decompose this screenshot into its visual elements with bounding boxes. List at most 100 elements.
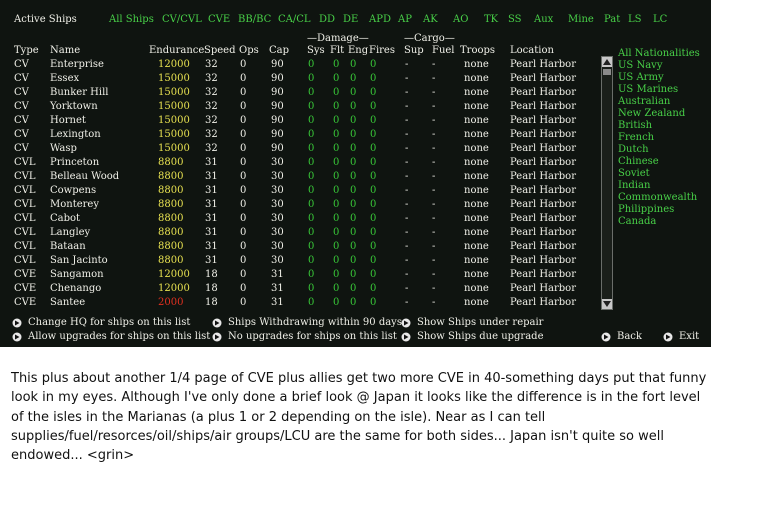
ship-row[interactable]: CVE Santee 2000 18 0 31 0 0 0 0- - none Pearl Harbor	[0, 297, 600, 311]
cell-name[interactable]: Princeton	[50, 157, 99, 168]
cell-name[interactable]: Belleau Wood	[50, 171, 119, 182]
scroll-thumb[interactable]	[603, 69, 611, 75]
tab-ss[interactable]: SS	[508, 14, 522, 25]
nat-philippines[interactable]: Philippines	[618, 204, 698, 216]
tab-cv-cvl[interactable]: CV/CVL	[162, 14, 202, 25]
cell-name[interactable]: Lexington	[50, 129, 101, 140]
col-fuel[interactable]: Fuel	[432, 45, 455, 56]
ship-row[interactable]: CVL Cabot 8800 31 0 30 0 0 0 0- - none Pearl Harbor	[0, 213, 600, 227]
cell-ops: 0	[240, 199, 247, 210]
cell-name[interactable]: Bunker Hill	[50, 87, 108, 98]
tab-ls[interactable]: LS	[628, 14, 642, 25]
cell-name[interactable]: Essex	[50, 73, 79, 84]
col-flt[interactable]: Flt	[330, 45, 344, 56]
cell-name[interactable]: Enterprise	[50, 59, 104, 70]
allow-upgrades-label: Allow upgrades for ships on this list	[28, 331, 211, 342]
nat-french[interactable]: French	[618, 132, 698, 144]
nat-indian[interactable]: Indian	[618, 180, 698, 192]
cell-type: CVL	[14, 199, 36, 210]
nat-australian[interactable]: Australian	[618, 96, 698, 108]
cell-name[interactable]: Hornet	[50, 115, 86, 126]
col-endurance[interactable]: Endurance	[149, 45, 204, 56]
cell-troops: none	[464, 73, 489, 84]
col-location[interactable]: Location	[510, 45, 554, 56]
cell-name[interactable]: San Jacinto	[50, 255, 108, 266]
cell-fuel: -	[432, 115, 436, 126]
tab-pat[interactable]: Pat	[604, 14, 620, 25]
cell-eng: 0	[350, 227, 357, 238]
arrow-right-icon	[401, 332, 411, 342]
tab-dd[interactable]: DD	[319, 14, 335, 25]
cell-flt: 0	[333, 87, 340, 98]
nat-new-zealand[interactable]: New Zealand	[618, 108, 698, 120]
nat-british[interactable]: British	[618, 120, 698, 132]
ship-row[interactable]: CVL Cowpens 8800 31 0 30 0 0 0 0- - none Pearl Harbo…	[0, 185, 600, 199]
ship-row[interactable]: CVL San Jacinto 8800 31 0 30 0 0 0 0- - none Pearl H…	[0, 255, 600, 269]
col-speed[interactable]: Speed	[204, 45, 236, 56]
cell-name[interactable]: Yorktown	[50, 101, 98, 112]
col-troops[interactable]: Troops	[460, 45, 495, 56]
col-fires[interactable]: Fires	[369, 45, 395, 56]
ship-row[interactable]: CVL Belleau Wood 8800 31 0 30 0 0 0 0- - none Pearl …	[0, 171, 600, 185]
ship-row[interactable]: CV Hornet 15000 32 0 90 0 0 0 0- - none Pearl Harbor	[0, 115, 600, 129]
nat-soviet[interactable]: Soviet	[618, 168, 698, 180]
ship-row[interactable]: CVE Sangamon 12000 18 0 31 0 0 0 0- - none Pearl Har…	[0, 269, 600, 283]
ship-row[interactable]: CV Lexington 15000 32 0 90 0 0 0 0- - none Pearl Har…	[0, 129, 600, 143]
ship-row[interactable]: CV Yorktown 15000 32 0 90 0 0 0 0- - none Pearl Harb…	[0, 101, 600, 115]
ship-row[interactable]: CVL Princeton 8800 31 0 30 0 0 0 0- - none Pearl Har…	[0, 157, 600, 171]
ship-list-scrollbar[interactable]	[601, 56, 613, 310]
tab-ak[interactable]: AK	[423, 14, 438, 25]
tab-ap[interactable]: AP	[398, 14, 412, 25]
col-name[interactable]: Name	[50, 45, 80, 56]
cell-name[interactable]: Chenango	[50, 283, 101, 294]
ship-row[interactable]: CV Essex 15000 32 0 90 0 0 0 0- - none Pearl Harbor	[0, 73, 600, 87]
nat-canada[interactable]: Canada	[618, 216, 698, 228]
tab-de[interactable]: DE	[343, 14, 358, 25]
tab-tk[interactable]: TK	[484, 14, 498, 25]
ship-row[interactable]: CV Wasp 15000 32 0 90 0 0 0 0- - none Pearl Harbor	[0, 143, 600, 157]
cell-cap: 90	[271, 115, 284, 126]
nat-us-navy[interactable]: US Navy	[618, 60, 698, 72]
cell-name[interactable]: Cowpens	[50, 185, 96, 196]
tab-cve[interactable]: CVE	[208, 14, 230, 25]
tab-bb-bc[interactable]: BB/BC	[238, 14, 271, 25]
cell-flt: 0	[333, 115, 340, 126]
col-ops[interactable]: Ops	[239, 45, 259, 56]
tab-aux[interactable]: Aux	[534, 14, 553, 25]
nat-commonwealth[interactable]: Commonwealth	[618, 192, 698, 204]
tab-mine[interactable]: Mine	[568, 14, 594, 25]
tab-all-ships[interactable]: All Ships	[109, 14, 154, 25]
cell-name[interactable]: Monterey	[50, 199, 99, 210]
cell-name[interactable]: Sangamon	[50, 269, 104, 280]
nat-all-nationalities[interactable]: All Nationalities	[618, 48, 700, 60]
tab-apd[interactable]: APD	[369, 14, 391, 25]
nat-dutch[interactable]: Dutch	[618, 144, 698, 156]
cell-type: CVL	[14, 227, 36, 238]
cell-flt: 0	[333, 283, 340, 294]
cell-name[interactable]: Cabot	[50, 213, 80, 224]
ship-row[interactable]: CVE Chenango 12000 18 0 31 0 0 0 0- - none Pearl Har…	[0, 283, 600, 297]
tab-ao[interactable]: AO	[453, 14, 468, 25]
cell-name[interactable]: Wasp	[50, 143, 77, 154]
cell-sup: -	[405, 171, 409, 182]
nat-us-army[interactable]: US Army	[618, 72, 698, 84]
cell-name[interactable]: Langley	[50, 227, 90, 238]
cell-name[interactable]: Bataan	[50, 241, 86, 252]
ship-row[interactable]: CVL Langley 8800 31 0 30 0 0 0 0- - none Pearl Harbo…	[0, 227, 600, 241]
col-eng[interactable]: Eng	[348, 45, 368, 56]
col-cap[interactable]: Cap	[269, 45, 289, 56]
ship-row[interactable]: CVL Bataan 8800 31 0 30 0 0 0 0- - none Pearl Harbor	[0, 241, 600, 255]
col-type[interactable]: Type	[14, 45, 39, 56]
ship-row[interactable]: CVL Monterey 8800 31 0 30 0 0 0 0- - none Pearl Harb…	[0, 199, 600, 213]
nat-chinese[interactable]: Chinese	[618, 156, 698, 168]
scroll-up-button[interactable]	[602, 57, 612, 67]
col-sup[interactable]: Sup	[404, 45, 424, 56]
ship-row[interactable]: CV Bunker Hill 15000 32 0 90 0 0 0 0- - none Pearl H…	[0, 87, 600, 101]
tab-lc[interactable]: LC	[653, 14, 667, 25]
ship-row[interactable]: CV Enterprise 12000 32 0 90 0 0 0 0- - none Pearl Ha…	[0, 59, 600, 73]
nat-us-marines[interactable]: US Marines	[618, 84, 698, 96]
col-sys[interactable]: Sys	[307, 45, 325, 56]
cell-name[interactable]: Santee	[50, 297, 85, 308]
scroll-down-button[interactable]	[602, 299, 612, 309]
tab-ca-cl[interactable]: CA/CL	[278, 14, 311, 25]
